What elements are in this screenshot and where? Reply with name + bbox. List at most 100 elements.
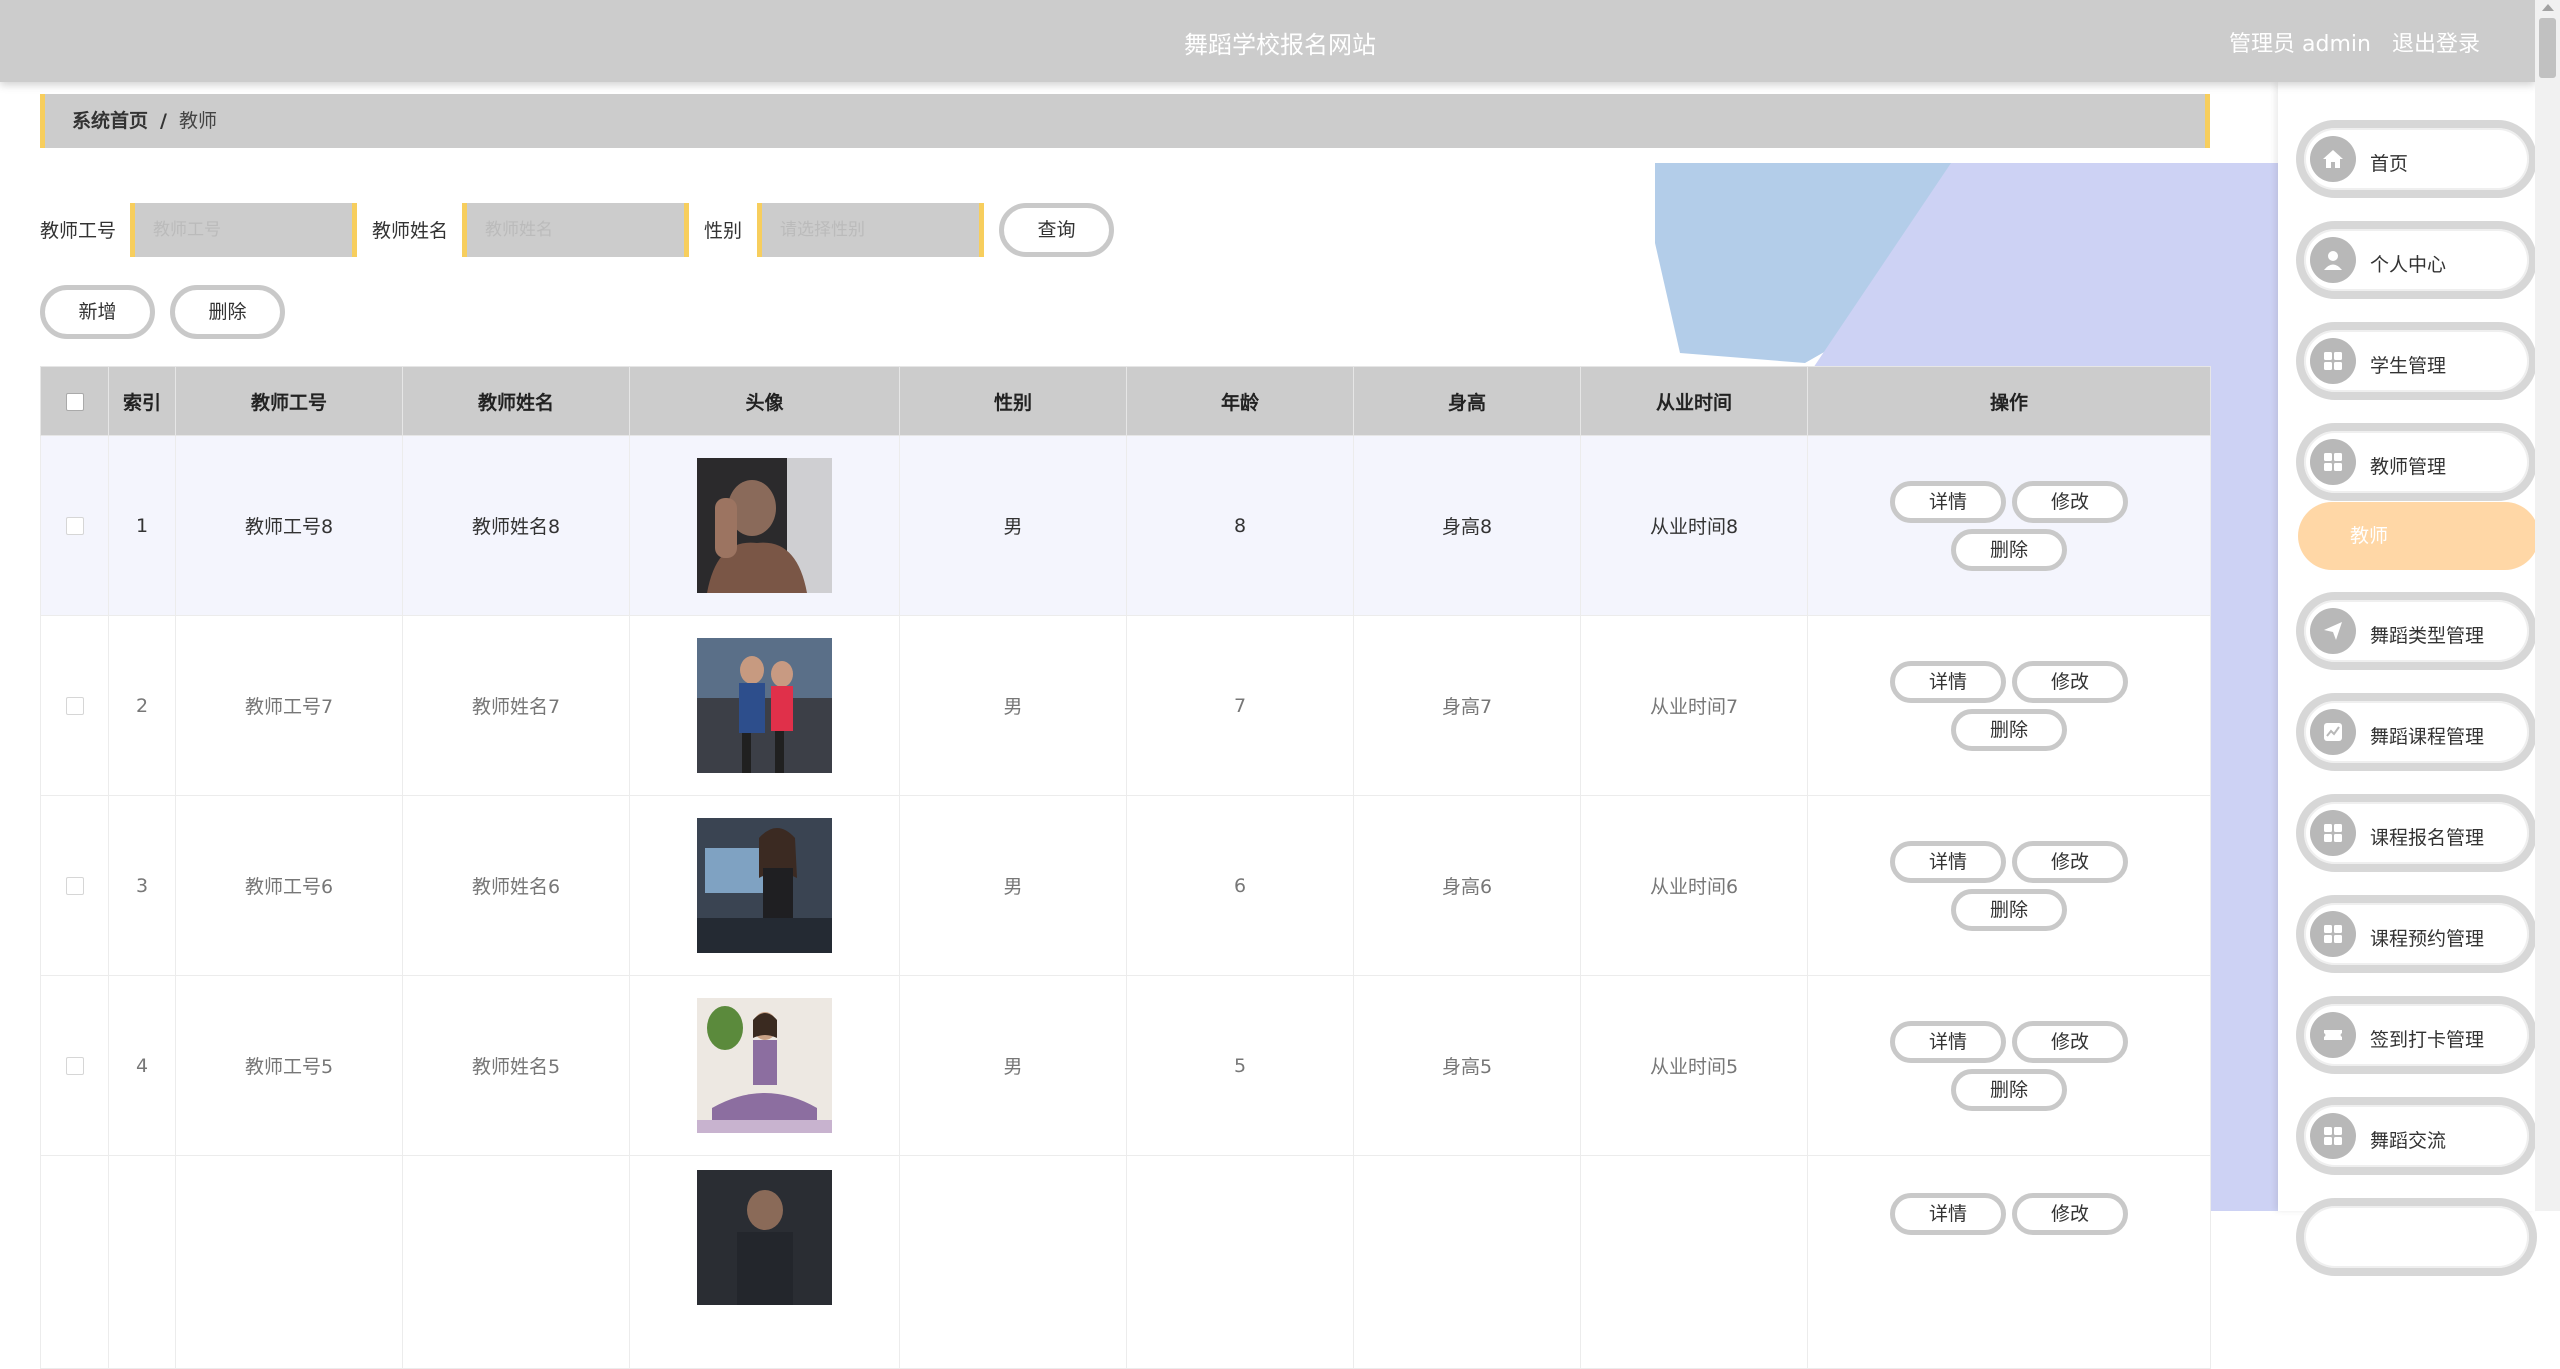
sidebar-subitem-teacher[interactable]: 教师 bbox=[2298, 502, 2539, 570]
user-info: 管理员 admin 退出登录 bbox=[2215, 26, 2480, 58]
user-icon bbox=[2310, 237, 2356, 283]
sidebar-item-check-in[interactable]: 签到打卡管理 bbox=[2296, 996, 2537, 1074]
sidebar-item-dance-forum[interactable]: 舞蹈交流 bbox=[2296, 1097, 2537, 1175]
scroll-up-arrow-icon[interactable] bbox=[2542, 4, 2554, 11]
operations-cell: 详情 修改删除 bbox=[1807, 795, 2211, 976]
edit-button[interactable]: 修改 bbox=[2012, 1020, 2128, 1063]
breadcrumb-home[interactable]: 系统首页 bbox=[72, 110, 148, 132]
select-all-checkbox[interactable] bbox=[65, 392, 84, 411]
index-cell: 3 bbox=[108, 795, 176, 976]
admin-label: 管理员 admin bbox=[2229, 32, 2371, 57]
gender-cell: 男 bbox=[899, 975, 1127, 1156]
sidebar-item-label: 舞蹈交流 bbox=[2370, 1130, 2447, 1152]
sidebar-item-dance-courses[interactable]: 舞蹈课程管理 bbox=[2296, 693, 2537, 771]
index-cell: 1 bbox=[108, 435, 176, 616]
sidebar: 首页 个人中心 学生管理 教师管理 教师 舞蹈类型管理 舞蹈课程管理 课程报名管… bbox=[2278, 82, 2539, 1276]
height-cell: 身高8 bbox=[1353, 435, 1581, 616]
detail-button[interactable]: 详情 bbox=[1890, 1193, 2006, 1235]
column-header: 从业时间 bbox=[1580, 366, 1808, 436]
sidebar-item-label: 签到打卡管理 bbox=[2370, 1029, 2485, 1051]
page-scrollbar[interactable] bbox=[2535, 0, 2560, 1211]
add-button[interactable]: 新增 bbox=[40, 285, 155, 339]
table-header-row: 索引 教师工号 教师姓名 头像 性别 年龄 身高 从业时间 操作 bbox=[40, 366, 2211, 436]
edit-button[interactable]: 修改 bbox=[2012, 480, 2128, 523]
send-icon bbox=[2310, 608, 2356, 654]
delete-button[interactable]: 删除 bbox=[1951, 708, 2067, 751]
sidebar-item-course-registration[interactable]: 课程报名管理 bbox=[2296, 794, 2537, 872]
column-header: 性别 bbox=[899, 366, 1127, 436]
sidebar-item-label: 舞蹈类型管理 bbox=[2370, 625, 2485, 647]
sidebar-item-teachers[interactable]: 教师管理 bbox=[2296, 423, 2537, 501]
bulk-delete-button[interactable]: 删除 bbox=[170, 285, 285, 339]
sidebar-item-more[interactable] bbox=[2296, 1198, 2537, 1276]
teacher-id-cell: 教师工号5 bbox=[175, 975, 403, 1156]
row-checkbox[interactable] bbox=[65, 877, 84, 895]
age-cell: 6 bbox=[1126, 795, 1354, 976]
sidebar-item-label: 学生管理 bbox=[2370, 355, 2447, 377]
years-cell: 从业时间8 bbox=[1580, 435, 1808, 616]
age-cell bbox=[1126, 1155, 1354, 1369]
edit-button[interactable]: 修改 bbox=[2012, 1193, 2128, 1235]
detail-button[interactable]: 详情 bbox=[1890, 1020, 2006, 1063]
row-checkbox[interactable] bbox=[65, 697, 84, 715]
years-cell: 从业时间5 bbox=[1580, 975, 1808, 1156]
grid-icon bbox=[2310, 338, 2356, 384]
age-cell: 8 bbox=[1126, 435, 1354, 616]
breadcrumb-current: 教师 bbox=[178, 110, 217, 132]
detail-button[interactable]: 详情 bbox=[1890, 840, 2006, 883]
detail-button[interactable]: 详情 bbox=[1890, 660, 2006, 703]
gender-select[interactable] bbox=[757, 203, 984, 257]
avatar-cell bbox=[629, 615, 900, 796]
teacher-name-cell: 教师姓名5 bbox=[402, 975, 630, 1156]
sidebar-item-students[interactable]: 学生管理 bbox=[2296, 322, 2537, 400]
sidebar-item-home[interactable]: 首页 bbox=[2296, 120, 2537, 198]
teacher-id-cell bbox=[175, 1155, 403, 1369]
edit-button[interactable]: 修改 bbox=[2012, 840, 2128, 883]
column-header: 操作 bbox=[1807, 366, 2211, 436]
height-cell bbox=[1353, 1155, 1581, 1369]
sidebar-item-profile[interactable]: 个人中心 bbox=[2296, 221, 2537, 299]
grid-icon bbox=[2310, 911, 2356, 957]
delete-button[interactable]: 删除 bbox=[1951, 1068, 2067, 1111]
query-button[interactable]: 查询 bbox=[999, 203, 1114, 257]
table-row: 1 教师工号8 教师姓名8 男 8 身高8 从业时间8 详情 修改 删除 bbox=[40, 435, 2211, 616]
gender-cell: 男 bbox=[899, 435, 1127, 616]
avatar-cell bbox=[629, 975, 900, 1156]
gender-cell bbox=[899, 1155, 1127, 1369]
avatar bbox=[697, 998, 832, 1133]
teacher-id-input[interactable] bbox=[130, 203, 357, 257]
years-cell: 从业时间6 bbox=[1580, 795, 1808, 976]
detail-button[interactable]: 详情 bbox=[1890, 480, 2006, 523]
operations-cell: 详情 修改删除 bbox=[1807, 975, 2211, 1156]
sidebar-item-dance-types[interactable]: 舞蹈类型管理 bbox=[2296, 592, 2537, 670]
sidebar-item-course-booking[interactable]: 课程预约管理 bbox=[2296, 895, 2537, 973]
ticket-icon bbox=[2310, 1012, 2356, 1058]
row-checkbox[interactable] bbox=[65, 517, 84, 535]
teacher-name-cell: 教师姓名8 bbox=[402, 435, 630, 616]
teacher-name-cell bbox=[402, 1155, 630, 1369]
sidebar-item-label: 课程预约管理 bbox=[2370, 928, 2485, 950]
avatar-cell bbox=[629, 435, 900, 616]
teacher-name-cell: 教师姓名7 bbox=[402, 615, 630, 796]
edit-button[interactable]: 修改 bbox=[2012, 660, 2128, 703]
teacher-name-cell: 教师姓名6 bbox=[402, 795, 630, 976]
gender-cell: 男 bbox=[899, 795, 1127, 976]
logout-link[interactable]: 退出登录 bbox=[2392, 32, 2480, 57]
height-cell: 身高7 bbox=[1353, 615, 1581, 796]
teacher-name-input[interactable] bbox=[462, 203, 689, 257]
column-header: 教师工号 bbox=[175, 366, 403, 436]
row-select-cell bbox=[40, 795, 109, 976]
chart-icon bbox=[2310, 709, 2356, 755]
scrollbar-thumb[interactable] bbox=[2539, 18, 2556, 78]
delete-button[interactable]: 删除 bbox=[1951, 888, 2067, 931]
age-cell: 5 bbox=[1126, 975, 1354, 1156]
teacher-id-label: 教师工号 bbox=[40, 220, 117, 242]
breadcrumb: 系统首页 / 教师 bbox=[40, 94, 2210, 148]
delete-button[interactable]: 删除 bbox=[1951, 528, 2067, 571]
row-checkbox[interactable] bbox=[65, 1057, 84, 1075]
row-select-cell bbox=[40, 435, 109, 616]
site-title: 舞蹈学校报名网站 bbox=[1184, 31, 1376, 59]
index-cell: 2 bbox=[108, 615, 176, 796]
row-select-cell bbox=[40, 615, 109, 796]
operations-cell: 详情 修改删除 bbox=[1807, 615, 2211, 796]
